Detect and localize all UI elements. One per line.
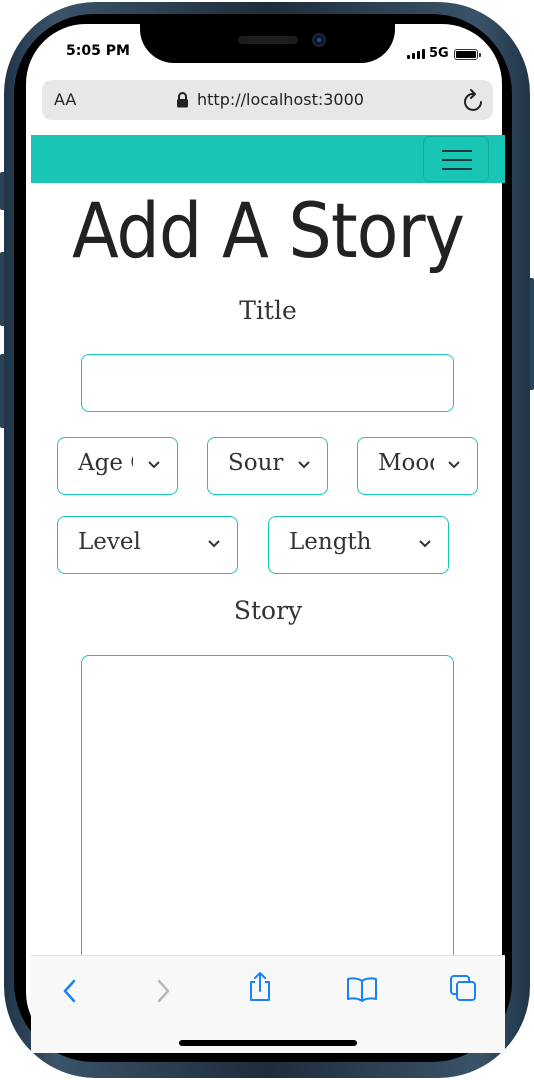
level-select[interactable]: Level xyxy=(57,516,238,574)
length-select[interactable]: Length xyxy=(268,516,449,574)
status-time: 5:05 PM xyxy=(66,43,130,59)
signal-icon xyxy=(407,49,425,59)
lock-icon xyxy=(177,92,188,108)
source-select[interactable]: Source xyxy=(207,437,328,495)
bookmarks-icon[interactable] xyxy=(346,976,378,1002)
chevron-down-icon xyxy=(148,461,160,469)
title-input[interactable] xyxy=(81,354,454,412)
front-camera xyxy=(312,33,326,47)
earpiece-speaker xyxy=(238,36,298,44)
chevron-down-icon xyxy=(448,461,460,469)
browser-toolbar xyxy=(31,955,505,1053)
reload-icon[interactable] xyxy=(463,88,485,112)
mood-select[interactable]: Mood xyxy=(357,437,478,495)
story-textarea[interactable] xyxy=(81,655,454,995)
forward-icon[interactable] xyxy=(154,978,172,1004)
navbar-toggle-button[interactable] xyxy=(423,136,489,182)
text-size-button[interactable]: AA xyxy=(54,90,76,109)
address-bar[interactable]: AA http://localhost:3000 xyxy=(42,80,493,120)
back-icon[interactable] xyxy=(61,978,79,1004)
chevron-down-icon xyxy=(298,461,310,469)
hamburger-line xyxy=(442,168,472,170)
home-indicator[interactable] xyxy=(179,1040,357,1046)
age-group-select[interactable]: Age G xyxy=(57,437,178,495)
tabs-icon[interactable] xyxy=(449,974,477,1002)
story-label: Story xyxy=(233,596,303,625)
chevron-down-icon xyxy=(208,540,220,548)
select-value: Age G xyxy=(78,450,133,476)
page-title: Add A Story xyxy=(71,186,465,275)
select-value: Level xyxy=(78,529,141,555)
hamburger-icon xyxy=(442,150,472,152)
select-value: Source xyxy=(228,450,284,476)
url-text[interactable]: http://localhost:3000 xyxy=(197,90,364,109)
share-icon[interactable] xyxy=(247,970,273,1002)
network-type: 5G xyxy=(429,46,449,61)
hamburger-line xyxy=(442,159,472,161)
select-value: Mood xyxy=(378,450,434,476)
chevron-down-icon xyxy=(419,540,431,548)
battery-icon xyxy=(454,49,481,60)
title-label: Title xyxy=(239,296,297,325)
select-value: Length xyxy=(289,529,372,555)
